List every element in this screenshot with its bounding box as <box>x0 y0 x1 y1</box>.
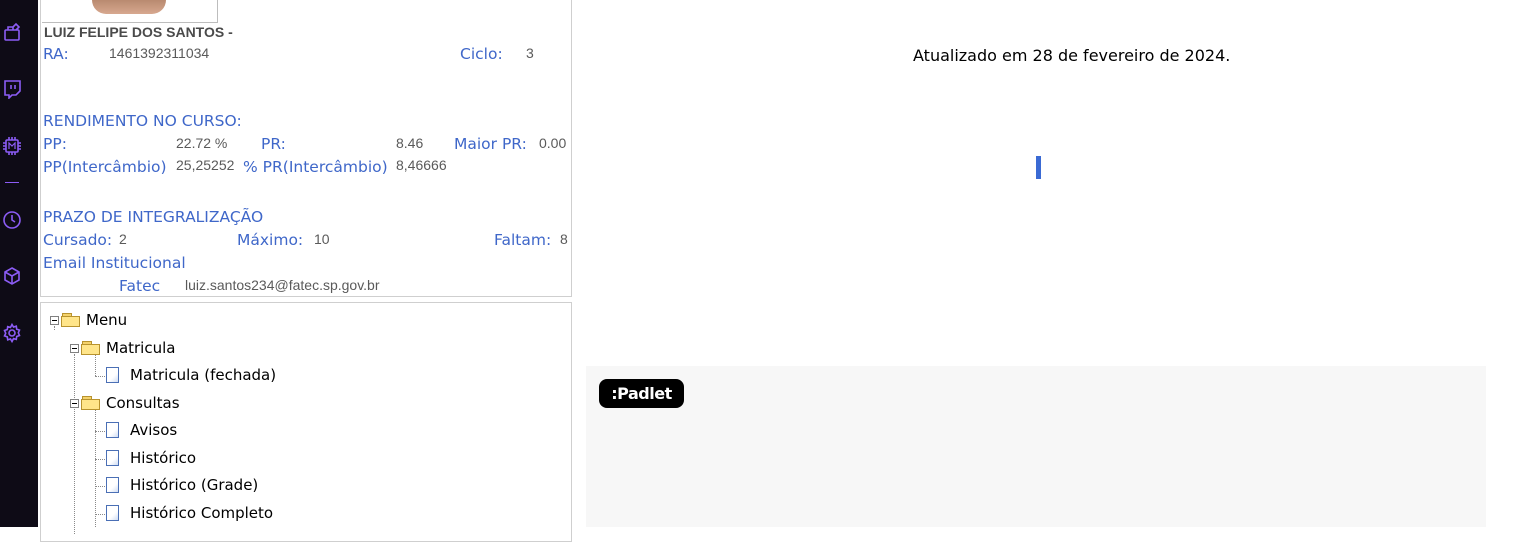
prazo-heading: PRAZO DE INTEGRALIZAÇÃO <box>43 208 264 226</box>
tree-node-matricula[interactable]: Matricula <box>70 338 175 358</box>
folder-open-icon <box>81 341 101 355</box>
pp-value: 22.72 % <box>176 135 228 151</box>
document-icon <box>106 450 119 466</box>
tree-item-historico-completo[interactable]: Histórico Completo <box>106 503 273 523</box>
folder-open-icon <box>81 396 101 410</box>
pr-intercambio-value: 8,46666 <box>396 157 447 173</box>
pp-label: PP: <box>43 135 67 153</box>
chip-icon[interactable] <box>2 136 22 156</box>
maior-pr-value: 0.00 <box>539 135 567 151</box>
document-icon <box>106 505 119 521</box>
email-label-fatec: Fatec <box>119 277 161 295</box>
maximo-value: 10 <box>314 231 330 247</box>
pp-intercambio-value: 25,25252 <box>176 157 235 173</box>
ciclo-value: 3 <box>526 45 534 61</box>
cursado-label: Cursado: <box>43 231 113 249</box>
ra-value: 1461392311034 <box>109 45 210 61</box>
padlet-embed[interactable] <box>586 366 1486 527</box>
collapse-icon[interactable] <box>70 398 79 408</box>
faltam-value: 8 <box>560 231 568 247</box>
student-photo <box>42 0 218 23</box>
updated-date-text: Atualizado em 28 de fevereiro de 2024. <box>913 46 1231 65</box>
padlet-logo[interactable]: :Padlet <box>599 379 684 408</box>
tree-node-menu[interactable]: Menu <box>50 310 127 330</box>
tree-item-historico-grade[interactable]: Histórico (Grade) <box>106 475 258 495</box>
pr-label: PR: <box>261 135 286 153</box>
rendimento-heading: RENDIMENTO NO CURSO: <box>43 112 242 130</box>
maximo-label: Máximo: <box>237 231 304 249</box>
document-icon <box>106 367 119 383</box>
left-sidebar-rail <box>0 0 38 527</box>
document-icon <box>106 477 119 493</box>
collapse-icon[interactable] <box>70 343 79 353</box>
cursado-value: 2 <box>119 231 127 247</box>
maior-pr-label: Maior PR: <box>454 135 527 153</box>
ciclo-label: Ciclo: <box>460 45 503 63</box>
pr-intercambio-label: % PR(Intercâmbio) <box>243 158 388 176</box>
twitch-icon[interactable] <box>2 79 22 99</box>
rail-divider <box>5 182 19 183</box>
extension-icon[interactable] <box>2 22 22 42</box>
gear-icon[interactable] <box>2 323 22 343</box>
faltam-label: Faltam: <box>494 231 552 249</box>
collapse-icon[interactable] <box>50 315 59 325</box>
tree-item-avisos[interactable]: Avisos <box>106 420 177 440</box>
folder-open-icon <box>61 313 81 327</box>
tree-node-consultas[interactable]: Consultas <box>70 393 180 413</box>
pp-intercambio-label: PP(Intercâmbio) <box>43 158 167 176</box>
loading-indicator <box>1036 156 1041 179</box>
student-name: LUIZ FELIPE DOS SANTOS - <box>44 24 233 40</box>
cube-icon[interactable] <box>2 266 22 286</box>
clock-icon[interactable] <box>2 210 22 230</box>
tree-item-matricula-fechada[interactable]: Matricula (fechada) <box>106 365 276 385</box>
tree-item-historico[interactable]: Histórico <box>106 448 196 468</box>
document-icon <box>106 422 119 438</box>
pr-value: 8.46 <box>396 135 424 151</box>
ra-label: RA: <box>43 45 69 63</box>
email-value: luiz.santos234@fatec.sp.gov.br <box>185 277 380 293</box>
email-label: Email Institucional <box>43 254 186 272</box>
